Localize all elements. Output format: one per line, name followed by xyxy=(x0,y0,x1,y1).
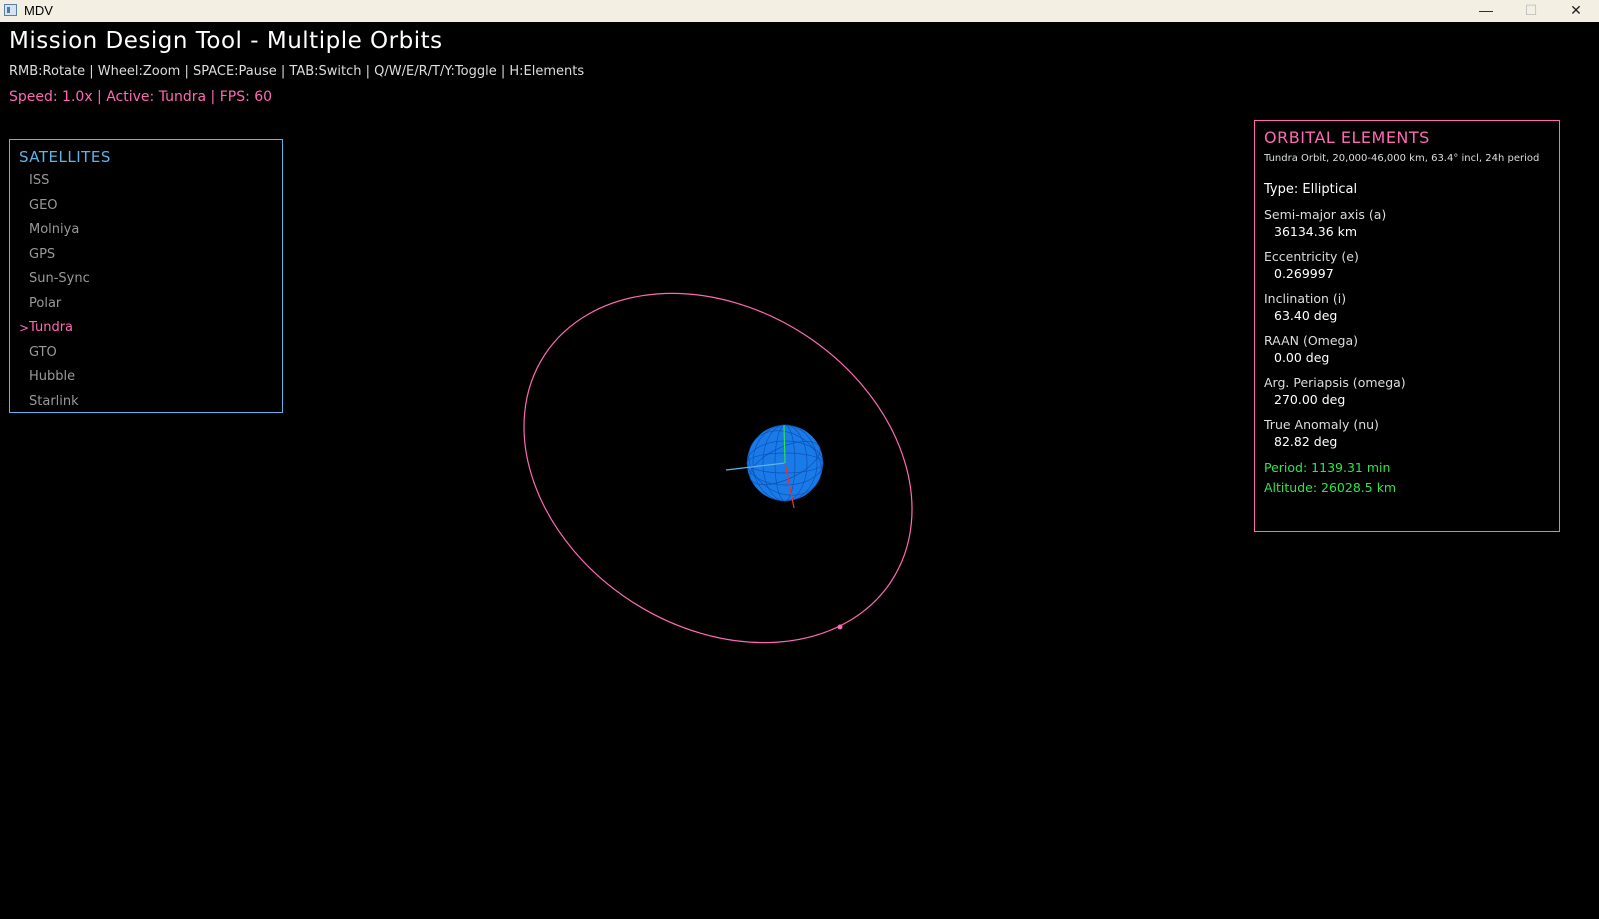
satellite-label: Starlink xyxy=(29,393,79,409)
satellite-item-hubble[interactable]: Hubble xyxy=(10,366,282,391)
orbit-period: Period: 1139.31 min xyxy=(1264,460,1391,475)
element-label: Eccentricity (e) xyxy=(1264,249,1359,264)
element-label: Arg. Periapsis (omega) xyxy=(1264,375,1406,390)
orbit-description: Tundra Orbit, 20,000-46,000 km, 63.4° in… xyxy=(1264,153,1540,164)
window-titlebar: MDV — ☐ ✕ xyxy=(0,0,1599,22)
satellite-item-iss[interactable]: ISS xyxy=(10,170,282,195)
close-button[interactable]: ✕ xyxy=(1554,0,1598,22)
satellite-label: Sun-Sync xyxy=(29,271,90,286)
controls-help: RMB:Rotate | Wheel:Zoom | SPACE:Pause | … xyxy=(9,64,585,79)
maximize-button[interactable]: ☐ xyxy=(1509,0,1553,22)
minimize-button[interactable]: — xyxy=(1464,0,1508,22)
satellite-item-molniya[interactable]: Molniya xyxy=(10,219,282,244)
element-true-anomaly: True Anomaly (nu) 82.82 deg xyxy=(1264,417,1379,449)
satellite-label: Polar xyxy=(29,295,62,311)
element-eccentricity: Eccentricity (e) 0.269997 xyxy=(1264,249,1359,281)
satellite-label: GEO xyxy=(29,197,58,213)
satellite-item-geo[interactable]: GEO xyxy=(10,195,282,220)
element-value: 0.00 deg xyxy=(1274,350,1330,365)
satellite-label: Tundra xyxy=(29,320,74,335)
satellite-marker[interactable] xyxy=(837,624,843,630)
satellites-panel: SATELLITES ISS GEO Molniya GPS Sun-Sync … xyxy=(9,139,283,413)
satellite-item-polar[interactable]: Polar xyxy=(10,293,282,318)
element-label: Semi-major axis (a) xyxy=(1264,207,1387,222)
element-value: 0.269997 xyxy=(1274,266,1334,281)
element-label: True Anomaly (nu) xyxy=(1264,417,1379,432)
element-value: 36134.36 km xyxy=(1274,224,1358,239)
satellite-item-gto[interactable]: GTO xyxy=(10,342,282,367)
element-label: RAAN (Omega) xyxy=(1264,333,1359,348)
element-semi-major-axis: Semi-major axis (a) 36134.36 km xyxy=(1264,207,1386,239)
orbital-elements-title: ORBITAL ELEMENTS xyxy=(1264,128,1430,147)
satellites-panel-title: SATELLITES xyxy=(19,148,111,166)
satellite-item-sun-sync[interactable]: Sun-Sync xyxy=(10,268,282,293)
element-arg-periapsis: Arg. Periapsis (omega) 270.00 deg xyxy=(1264,375,1406,407)
status-line: Speed: 1.0x | Active: Tundra | FPS: 60 xyxy=(9,89,273,105)
element-value: 63.40 deg xyxy=(1274,308,1338,323)
element-inclination: Inclination (i) 63.40 deg xyxy=(1264,291,1346,323)
satellite-label: ISS xyxy=(29,173,50,188)
satellite-label: Hubble xyxy=(29,369,76,384)
element-value: 270.00 deg xyxy=(1274,392,1346,407)
satellite-label: GTO xyxy=(29,344,57,360)
app-icon xyxy=(4,4,17,16)
satellite-item-gps[interactable]: GPS xyxy=(10,244,282,269)
orbit-type: Type: Elliptical xyxy=(1264,182,1358,197)
orbit-altitude: Altitude: 26028.5 km xyxy=(1264,480,1397,495)
satellite-label: Molniya xyxy=(29,222,80,237)
orbital-elements-panel: ORBITAL ELEMENTS Tundra Orbit, 20,000-46… xyxy=(1254,120,1560,532)
satellite-label: GPS xyxy=(29,246,56,262)
element-value: 82.82 deg xyxy=(1274,434,1338,449)
satellites-list: ISS GEO Molniya GPS Sun-Sync Polar > Tund… xyxy=(10,170,282,415)
orbit-tundra xyxy=(523,292,913,644)
satellite-item-tundra[interactable]: > Tundra xyxy=(10,317,282,342)
active-marker-icon: > xyxy=(19,321,30,335)
page-title: Mission Design Tool - Multiple Orbits xyxy=(9,28,443,54)
element-label: Inclination (i) xyxy=(1264,291,1347,306)
element-raan: RAAN (Omega) 0.00 deg xyxy=(1264,333,1358,365)
satellite-item-starlink[interactable]: Starlink xyxy=(10,391,282,416)
window-title: MDV xyxy=(24,3,53,18)
